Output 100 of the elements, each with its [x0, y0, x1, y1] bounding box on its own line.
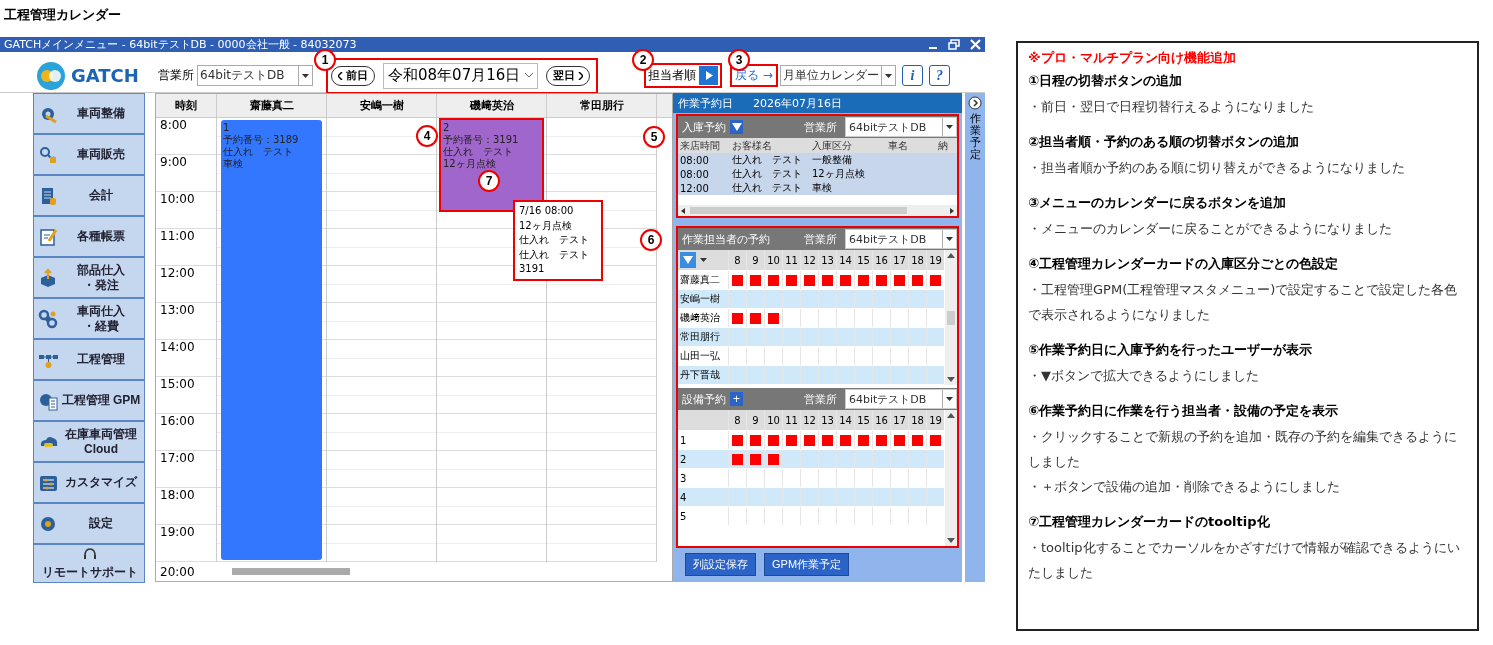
- sidebar-item[interactable]: 車両整備: [33, 93, 145, 134]
- scroll-down-icon[interactable]: [947, 377, 955, 382]
- scroll-down-icon[interactable]: [947, 538, 955, 543]
- chevron-circle-icon[interactable]: [968, 96, 982, 110]
- next-day-button[interactable]: 翌日: [546, 65, 590, 86]
- schedule-cell[interactable]: [908, 431, 926, 449]
- section-title: 設備予約: [682, 391, 726, 407]
- hour-label: 12: [800, 250, 818, 270]
- office-select[interactable]: 64bitテストDB: [845, 117, 957, 137]
- schedule-cell[interactable]: [764, 271, 782, 289]
- schedule-cell[interactable]: [764, 309, 782, 327]
- vertical-scrollbar[interactable]: [945, 410, 957, 546]
- logo: GATCH: [36, 60, 158, 91]
- sidebar-item[interactable]: 設定: [33, 503, 145, 544]
- date-select[interactable]: 令和08年07月16日: [383, 62, 538, 89]
- scroll-up-icon[interactable]: [947, 413, 955, 418]
- note-text: ・クリックすることで新規の予約を追加・既存の予約を編集できるようにしました: [1028, 428, 1458, 471]
- schedule-cell[interactable]: [782, 271, 800, 289]
- add-button[interactable]: +: [730, 392, 743, 406]
- scroll-up-icon[interactable]: [947, 253, 955, 258]
- caret-icon[interactable]: [700, 258, 707, 262]
- sidebar-item[interactable]: 工程管理: [33, 339, 145, 380]
- previous-day-button[interactable]: 前日: [331, 65, 375, 86]
- tooltip: 7/16 08:00 12ヶ月点検 仕入れ テスト 仕入れ テスト 3191: [513, 200, 603, 281]
- row-label: 齋藤真二: [679, 273, 721, 287]
- note-title: ②担当者順・予約のある順の切替ボタンの追加: [1028, 133, 1300, 151]
- help-button[interactable]: ?: [928, 65, 950, 86]
- office-label: 営業所: [804, 119, 837, 135]
- schedule-cell[interactable]: [836, 431, 854, 449]
- side-tab[interactable]: 作業予定: [965, 93, 985, 582]
- column-header: 磯﨑英治: [436, 94, 546, 118]
- sidebar-item[interactable]: 在庫車両管理 Cloud: [33, 421, 145, 462]
- row-label: 常田朋行: [679, 330, 721, 344]
- section-title: 入庫予約: [682, 119, 726, 135]
- column-header: 齋藤真二: [216, 94, 326, 118]
- schedule-cell[interactable]: [764, 431, 782, 449]
- scroll-thumb[interactable]: [947, 310, 955, 325]
- sidebar-item[interactable]: 会計: [33, 175, 145, 216]
- view-select[interactable]: 月単位カレンダー: [779, 65, 896, 86]
- sidebar-item[interactable]: 各種帳票: [33, 216, 145, 257]
- schedule-cell[interactable]: [854, 271, 872, 289]
- schedule-cell[interactable]: [764, 450, 782, 468]
- schedule-cell[interactable]: [746, 271, 764, 289]
- schedule-cell[interactable]: [818, 271, 836, 289]
- close-icon[interactable]: [970, 39, 981, 50]
- sidebar-item[interactable]: 車両販売: [33, 134, 145, 175]
- table-cell-text: 12:00: [679, 182, 710, 194]
- hour-label: 17: [890, 410, 908, 430]
- horizontal-scrollbar[interactable]: [678, 205, 957, 216]
- schedule-cell[interactable]: [890, 271, 908, 289]
- sidebar-item[interactable]: カスタマイズ: [33, 462, 145, 503]
- column-header: 時刻: [174, 98, 198, 114]
- hour-label: 14: [836, 410, 854, 430]
- hour-label: 10: [764, 410, 782, 430]
- schedule-cell[interactable]: [728, 309, 746, 327]
- schedule-cell[interactable]: [818, 431, 836, 449]
- panel-button[interactable]: 列設定保存: [685, 553, 756, 576]
- schedule-cell[interactable]: [800, 431, 818, 449]
- schedule-cell[interactable]: [800, 271, 818, 289]
- schedule-cell[interactable]: [908, 271, 926, 289]
- schedule-cell[interactable]: [746, 309, 764, 327]
- schedule-cell[interactable]: [872, 271, 890, 289]
- column-header: 車名: [887, 138, 909, 153]
- schedule-cell[interactable]: [746, 450, 764, 468]
- schedule-cell[interactable]: [746, 431, 764, 449]
- schedule-cell[interactable]: [836, 271, 854, 289]
- panel-header-date: 2026年07月16日: [753, 95, 842, 111]
- hour-label: 18: [908, 250, 926, 270]
- column-header: 安嶋一樹: [326, 94, 436, 118]
- note-text: ・tooltip化することでカーソルをかざすだけで情報が確認できるようにいたしました: [1028, 539, 1461, 582]
- sidebar-item[interactable]: 工程管理 GPM: [33, 380, 145, 421]
- hour-label: 8: [728, 250, 746, 270]
- hour-label: 12: [800, 410, 818, 430]
- panel-button[interactable]: GPM作業予定: [764, 553, 850, 576]
- schedule-cell[interactable]: [926, 271, 944, 289]
- schedule-cell[interactable]: [926, 431, 944, 449]
- schedule-cell[interactable]: [890, 431, 908, 449]
- schedule-cell[interactable]: [728, 450, 746, 468]
- office-select[interactable]: 64bitテストDB: [197, 65, 313, 86]
- hour-label: 14: [836, 250, 854, 270]
- sidebar-item[interactable]: 車両仕入 ・経費: [33, 298, 145, 339]
- info-button[interactable]: i: [901, 65, 923, 86]
- schedule-cell[interactable]: [854, 431, 872, 449]
- schedule-cell[interactable]: [782, 431, 800, 449]
- panel-header-label: 作業予約日: [678, 95, 733, 111]
- schedule-cell[interactable]: [872, 431, 890, 449]
- calendar-card[interactable]: 1 予約番号：3189 仕入れ テスト 車検: [221, 120, 322, 561]
- hour-label: 19: [926, 410, 944, 430]
- note-text: ・メニューのカレンダーに戻ることができるようになりました: [1028, 220, 1393, 238]
- schedule-cell[interactable]: [728, 431, 746, 449]
- office-select[interactable]: 64bitテストDB: [845, 229, 957, 249]
- sidebar-item[interactable]: 部品仕入 ・発注: [33, 257, 145, 298]
- expand-button[interactable]: [730, 120, 743, 134]
- sidebar-item[interactable]: リモートサポート: [33, 544, 145, 583]
- vertical-scrollbar[interactable]: [945, 250, 957, 385]
- restore-icon[interactable]: [948, 39, 960, 50]
- order-toggle-button[interactable]: [699, 66, 718, 85]
- schedule-cell[interactable]: [728, 271, 746, 289]
- office-select[interactable]: 64bitテストDB: [845, 389, 957, 409]
- note-text: ・担当者順か予約のある順に切り替えができるようになりました: [1028, 159, 1406, 177]
